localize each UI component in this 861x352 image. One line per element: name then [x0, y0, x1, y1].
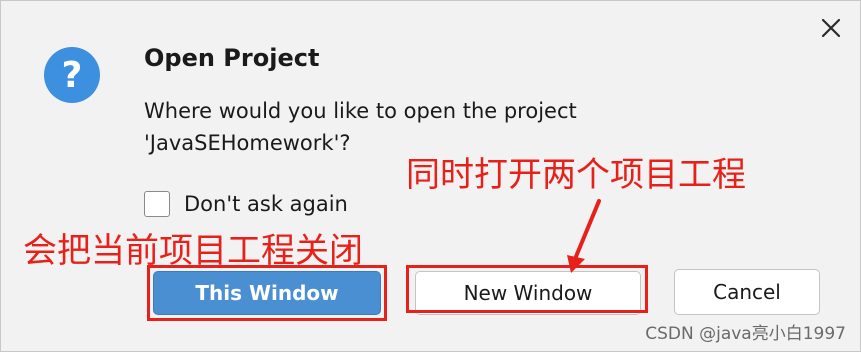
dont-ask-again-label: Don't ask again	[184, 192, 348, 216]
dont-ask-again-checkbox-row[interactable]: Don't ask again	[144, 191, 348, 217]
new-window-annotation: 同时打开两个项目工程	[406, 155, 746, 195]
csdn-watermark: CSDN @java亮小白1997	[645, 324, 846, 344]
open-project-dialog: ? Open Project Where would you like to o…	[0, 0, 861, 352]
dont-ask-again-checkbox[interactable]	[144, 191, 170, 217]
this-window-annotation: 会把当前项目工程关闭	[23, 231, 363, 271]
new-window-highlight	[406, 265, 648, 313]
this-window-highlight	[147, 265, 387, 321]
close-icon	[821, 18, 841, 38]
cancel-button[interactable]: Cancel	[674, 269, 820, 315]
question-icon: ?	[44, 47, 100, 103]
dialog-title: Open Project	[144, 44, 320, 72]
svg-text:?: ?	[62, 55, 83, 96]
annotation-arrow-icon	[567, 199, 601, 273]
close-button[interactable]	[816, 13, 846, 43]
